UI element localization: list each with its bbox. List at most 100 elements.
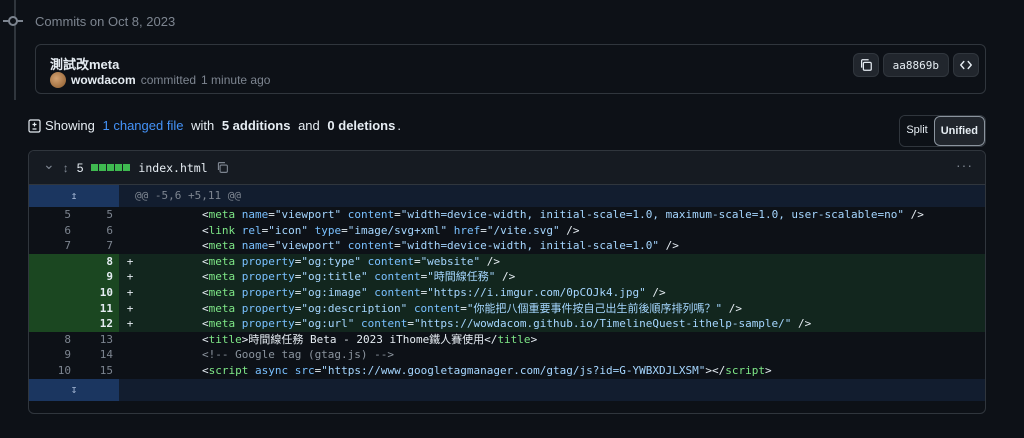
diff-line-added: 10 + <meta property="og:image" content="h… xyxy=(29,284,985,301)
code-token: = xyxy=(460,301,467,315)
diff-sign xyxy=(119,347,141,363)
new-line-number[interactable]: 7 xyxy=(77,238,119,254)
expand-up-icon[interactable]: ↥ xyxy=(29,185,119,207)
code-token: rel xyxy=(241,223,262,237)
new-line-number[interactable]: 14 xyxy=(77,347,119,363)
commit-dot-icon xyxy=(8,16,18,26)
diff-line-added: 12 + <meta property="og:url" content="htt… xyxy=(29,316,985,332)
commit-actions: aa8869b xyxy=(852,53,979,77)
hunk-header: ↥ @@ -5,6 +5,11 @@ xyxy=(29,185,985,207)
copy-sha-button[interactable] xyxy=(852,53,879,77)
old-line-number[interactable]: 6 xyxy=(29,223,77,239)
code-token: /> xyxy=(480,254,501,268)
code-token: <!-- Google tag (gtag.js) --> xyxy=(149,348,395,362)
code-token: "image/svg+xml" xyxy=(347,223,448,237)
kebab-menu-icon[interactable]: ··· xyxy=(956,157,973,173)
code-token: /> xyxy=(495,270,516,284)
diff-sign xyxy=(119,238,141,254)
browse-code-button[interactable] xyxy=(953,53,979,77)
code-token: "時間線任務" xyxy=(427,270,496,284)
old-line-number[interactable]: 10 xyxy=(29,363,77,379)
old-line-number[interactable] xyxy=(29,316,77,332)
code-token: < xyxy=(149,270,209,284)
code-token: "/vite.svg" xyxy=(486,223,560,237)
new-line-number[interactable]: 12 xyxy=(77,316,119,332)
new-line-number[interactable]: 5 xyxy=(77,207,119,223)
old-line-number[interactable]: 8 xyxy=(29,332,77,348)
diff-line-context: 9 14 <!-- Google tag (gtag.js) --> xyxy=(29,347,985,363)
code-token: name xyxy=(241,239,269,253)
new-line-number[interactable]: 13 xyxy=(77,332,119,348)
diff-sign xyxy=(119,207,141,223)
code-line: <meta property="og:image" content="https… xyxy=(141,284,985,301)
old-line-number[interactable]: 9 xyxy=(29,347,77,363)
chevron-down-icon[interactable]: ⌄ xyxy=(43,156,55,173)
code-line: <script async src="https://www.googletag… xyxy=(141,363,985,379)
code-token: "website" xyxy=(420,254,481,268)
author-link[interactable]: wowdacom xyxy=(71,73,136,87)
code-token: "width=device-width, initial-scale=1.0" xyxy=(400,239,659,253)
code-token: name xyxy=(241,208,269,221)
file-name[interactable]: index.html xyxy=(138,161,207,175)
new-line-number[interactable]: 8 xyxy=(77,253,119,270)
code-token: < xyxy=(149,332,209,346)
old-line-number[interactable]: 7 xyxy=(29,238,77,254)
code-icon xyxy=(960,60,972,70)
old-line-number[interactable] xyxy=(29,284,77,301)
code-token: meta xyxy=(208,285,236,299)
code-line: <meta property="og:url" content="https:/… xyxy=(141,316,985,332)
new-line-number[interactable]: 11 xyxy=(77,300,119,317)
summary-end: . xyxy=(397,118,401,133)
code-token: meta xyxy=(208,317,236,331)
code-token: title xyxy=(497,332,531,346)
old-line-number[interactable]: 5 xyxy=(29,207,77,223)
copy-icon[interactable] xyxy=(216,161,229,174)
code-token: < xyxy=(149,285,209,299)
code-token: property xyxy=(241,301,295,315)
diff-table: ↥ @@ -5,6 +5,11 @@ 55 <meta name="viewpo… xyxy=(29,185,985,401)
code-token: meta xyxy=(208,239,236,253)
code-line: <meta property="og:type" content="websit… xyxy=(141,253,985,270)
new-line-number[interactable]: 15 xyxy=(77,363,119,379)
split-view-button[interactable]: Split xyxy=(900,116,934,146)
code-token: = xyxy=(394,239,401,253)
changed-files-link[interactable]: 1 changed file xyxy=(103,118,184,133)
code-token: = xyxy=(341,223,348,237)
code-token: >時間線任務 Beta - 2023 iThome鐵人賽使用</ xyxy=(241,332,498,346)
code-token: /> xyxy=(658,239,679,253)
expand-all-icon[interactable]: ↕ xyxy=(63,161,69,175)
deletions-count: 0 deletions xyxy=(327,118,396,133)
new-line-number[interactable]: 9 xyxy=(77,269,119,285)
diff-line-context: 8 13 < title>時間線任務 Beta - 2023 iThome鐵人賽使用… xyxy=(29,332,985,348)
old-line-number[interactable] xyxy=(29,269,77,285)
old-line-number[interactable] xyxy=(29,253,77,270)
old-line-number[interactable] xyxy=(29,300,77,317)
commit-sha-button[interactable]: aa8869b xyxy=(882,53,949,77)
expand-down-icon[interactable]: ↧ xyxy=(29,378,119,401)
diff-line-added: 9 + <meta property="og:title" content="時間… xyxy=(29,269,985,285)
code-token: content xyxy=(347,239,395,253)
commit-meta: wowdacom committed 1 minute ago xyxy=(50,72,270,88)
code-line: <meta property="og:description" content=… xyxy=(141,300,985,317)
code-token: "og:image" xyxy=(301,285,368,299)
code-token: property xyxy=(241,285,295,299)
avatar[interactable] xyxy=(50,72,66,88)
diff-view-toggle: Split Unified xyxy=(899,115,986,147)
diff-line-context: 77 <meta name="viewport" content="width=… xyxy=(29,238,985,254)
unified-view-button[interactable]: Unified xyxy=(933,116,985,146)
file-diff: ⌄ ↕ 5 index.html ··· ↥ @@ -5,6 +5,11 @@ … xyxy=(28,150,986,414)
commit-time: 1 minute ago xyxy=(201,73,271,87)
code-token: /> xyxy=(559,223,580,237)
commit-title[interactable]: 測試改meta xyxy=(50,54,119,73)
new-line-number[interactable]: 10 xyxy=(77,284,119,301)
new-line-number[interactable]: 6 xyxy=(77,223,119,239)
